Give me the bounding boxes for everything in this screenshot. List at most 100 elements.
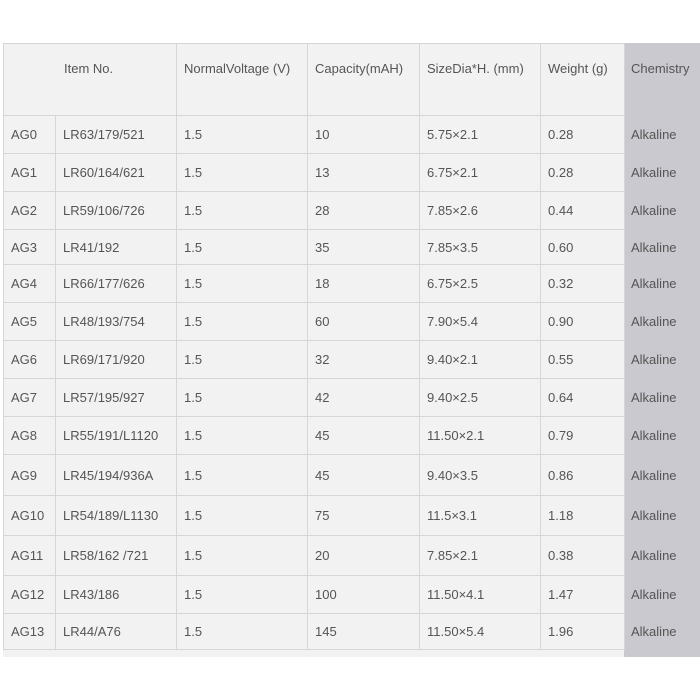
table-row: AG11 LR58/162 /721 1.5 20 7.85×2.1 0.38 Alkali… — [3, 535, 700, 576]
cell-capacity: 42 — [307, 378, 420, 417]
table-header-row: Item No. NormalVoltage (V) Capacity(mAH)… — [3, 43, 700, 116]
cell-size: 7.85×3.5 — [419, 229, 541, 265]
cell-model: AG0 — [3, 115, 56, 154]
cell-voltage: 1.5 — [176, 153, 308, 192]
cell-voltage: 1.5 — [176, 302, 308, 341]
cell-model: AG5 — [3, 302, 56, 341]
header-size: SizeDia*H. (mm) — [419, 43, 541, 116]
cell-capacity: 60 — [307, 302, 420, 341]
table-row: AG8 LR55/191/L1120 1.5 45 11.50×2.1 0.79 Alkal… — [3, 416, 700, 455]
table-row: AG0 LR63/179/521 1.5 10 5.75×2.1 0.28 Alkaline — [3, 115, 700, 154]
cell-chemistry: Alkaline — [624, 264, 700, 303]
cell-chemistry: Alkaline — [624, 340, 700, 379]
table-row: AG7 LR57/195/927 1.5 42 9.40×2.5 0.64 Alkaline — [3, 378, 700, 417]
cell-voltage: 1.5 — [176, 340, 308, 379]
cell-weight: 0.64 — [540, 378, 625, 417]
cell-voltage: 1.5 — [176, 454, 308, 496]
cell-item-no: LR44/A76 — [55, 613, 177, 650]
cell-weight: 0.90 — [540, 302, 625, 341]
cell-capacity: 35 — [307, 229, 420, 265]
cell-model: AG12 — [3, 575, 56, 614]
cell-size: 9.40×2.5 — [419, 378, 541, 417]
cell-size: 9.40×3.5 — [419, 454, 541, 496]
cell-model: AG8 — [3, 416, 56, 455]
cell-item-no: LR48/193/754 — [55, 302, 177, 341]
cell-voltage: 1.5 — [176, 229, 308, 265]
cell-weight: 1.18 — [540, 495, 625, 536]
cell-capacity: 100 — [307, 575, 420, 614]
cell-chemistry: Alkaline — [624, 613, 700, 650]
cell-size: 9.40×2.1 — [419, 340, 541, 379]
cell-size: 11.50×5.4 — [419, 613, 541, 650]
table-row: AG6 LR69/171/920 1.5 32 9.40×2.1 0.55 Alkaline — [3, 340, 700, 379]
cell-weight: 0.38 — [540, 535, 625, 576]
cell-item-no: LR57/195/927 — [55, 378, 177, 417]
cell-model: AG3 — [3, 229, 56, 265]
cell-item-no: LR58/162 /721 — [55, 535, 177, 576]
cell-model: AG6 — [3, 340, 56, 379]
cell-capacity: 75 — [307, 495, 420, 536]
cell-voltage: 1.5 — [176, 613, 308, 650]
cell-item-no: LR59/106/726 — [55, 191, 177, 230]
cell-voltage: 1.5 — [176, 575, 308, 614]
table-row: AG12 LR43/186 1.5 100 11.50×4.1 1.47 Alkaline — [3, 575, 700, 614]
table-row: AG4 LR66/177/626 1.5 18 6.75×2.5 0.32 Alkaline — [3, 264, 700, 303]
cell-weight: 0.79 — [540, 416, 625, 455]
cell-size: 6.75×2.5 — [419, 264, 541, 303]
cell-chemistry: Alkaline — [624, 535, 700, 576]
cell-chemistry: Alkaline — [624, 575, 700, 614]
cell-size: 11.5×3.1 — [419, 495, 541, 536]
cell-size: 6.75×2.1 — [419, 153, 541, 192]
table-row: AG1 LR60/164/621 1.5 13 6.75×2.1 0.28 Alkaline — [3, 153, 700, 192]
cell-capacity: 18 — [307, 264, 420, 303]
cell-item-no: LR69/171/920 — [55, 340, 177, 379]
cell-chemistry: Alkaline — [624, 378, 700, 417]
cell-model: AG2 — [3, 191, 56, 230]
cell-weight: 0.86 — [540, 454, 625, 496]
table-row: AG9 LR45/194/936A 1.5 45 9.40×3.5 0.86 Alkalin… — [3, 454, 700, 496]
cell-item-no: LR66/177/626 — [55, 264, 177, 303]
cell-item-no: LR45/194/936A — [55, 454, 177, 496]
cell-voltage: 1.5 — [176, 535, 308, 576]
cell-voltage: 1.5 — [176, 115, 308, 154]
cell-item-no: LR55/191/L1120 — [55, 416, 177, 455]
cell-capacity: 13 — [307, 153, 420, 192]
table-row: AG13 LR44/A76 1.5 145 11.50×5.4 1.96 Alkaline — [3, 613, 700, 650]
cell-chemistry: Alkaline — [624, 416, 700, 455]
cell-chemistry: Alkaline — [624, 191, 700, 230]
cell-chemistry: Alkaline — [624, 454, 700, 496]
cell-size: 7.85×2.1 — [419, 535, 541, 576]
cell-capacity: 20 — [307, 535, 420, 576]
header-weight: Weight (g) — [540, 43, 625, 116]
cell-model: AG11 — [3, 535, 56, 576]
header-item-no: Item No. — [3, 43, 177, 116]
cell-capacity: 45 — [307, 454, 420, 496]
cell-voltage: 1.5 — [176, 495, 308, 536]
cell-chemistry: Alkaline — [624, 495, 700, 536]
battery-spec-table: Item No. NormalVoltage (V) Capacity(mAH)… — [3, 43, 700, 650]
cell-model: AG7 — [3, 378, 56, 417]
cell-model: AG1 — [3, 153, 56, 192]
table-row: AG5 LR48/193/754 1.5 60 7.90×5.4 0.90 Alkaline — [3, 302, 700, 341]
cell-voltage: 1.5 — [176, 416, 308, 455]
cell-chemistry: Alkaline — [624, 153, 700, 192]
cell-item-no: LR54/189/L1130 — [55, 495, 177, 536]
cell-weight: 0.28 — [540, 153, 625, 192]
table-body: AG0 LR63/179/521 1.5 10 5.75×2.1 0.28 Alkaline… — [3, 115, 700, 650]
cell-voltage: 1.5 — [176, 378, 308, 417]
cell-weight: 0.55 — [540, 340, 625, 379]
cell-item-no: LR41/192 — [55, 229, 177, 265]
battery-spec-table-wrapper: Item No. NormalVoltage (V) Capacity(mAH)… — [3, 43, 700, 657]
cell-weight: 0.44 — [540, 191, 625, 230]
table-row: AG3 LR41/192 1.5 35 7.85×3.5 0.60 Alkaline — [3, 229, 700, 265]
cell-voltage: 1.5 — [176, 191, 308, 230]
cell-size: 5.75×2.1 — [419, 115, 541, 154]
cell-capacity: 32 — [307, 340, 420, 379]
cell-size: 7.90×5.4 — [419, 302, 541, 341]
cell-model: AG9 — [3, 454, 56, 496]
cell-weight: 0.32 — [540, 264, 625, 303]
header-chemistry: Chemistry — [624, 43, 700, 116]
cell-capacity: 28 — [307, 191, 420, 230]
cell-model: AG4 — [3, 264, 56, 303]
header-capacity: Capacity(mAH) — [307, 43, 420, 116]
